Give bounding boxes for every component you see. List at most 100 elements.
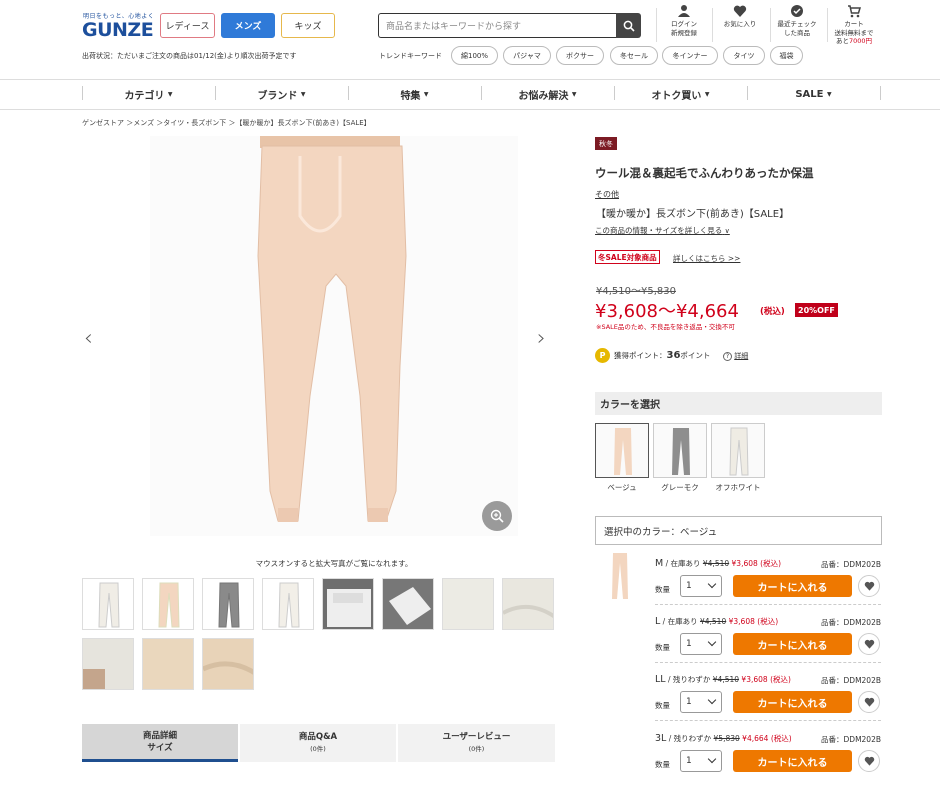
color-swatch-offwhite[interactable] [711,423,765,478]
mens-button[interactable]: メンズ [221,13,275,38]
chevron-down-icon [707,695,717,705]
thumbnail-image [327,589,371,627]
header-divider [827,8,828,42]
favorites-link[interactable]: お気に入り [716,4,764,29]
thumbnail-image [98,582,120,628]
sku-code: 品番：DDM202B [821,676,881,685]
trend-keyword[interactable]: 冬セール [610,46,658,65]
tab-qa[interactable]: 商品Q&A (0件) [240,724,396,762]
thumbnail-offwhite[interactable] [82,578,134,630]
sku-row: LL / 残りわずか ¥4,510 ¥3,608 (税込) 品番：DDM202B … [655,674,881,732]
favorite-button[interactable] [858,750,880,772]
nav-label: 特集 [400,91,421,102]
add-to-cart-button[interactable]: カートに入れる [733,691,852,713]
add-to-cart-button[interactable]: カートに入れる [733,633,852,655]
thumbnail-fleece-hand[interactable] [82,638,134,690]
return-note: ※SALE品のため、不良品を除き返品・交換不可 [596,323,735,331]
cart-note: 送料無料まで [834,28,874,37]
thumbnail-image [83,669,105,689]
sku-price: ¥3,608 [728,617,755,626]
brand-link[interactable]: その他 [595,189,619,200]
quantity-select[interactable]: 1 [680,750,722,772]
search-button[interactable] [616,13,641,38]
add-to-cart-button[interactable]: カートに入れる [733,750,852,772]
sku-code: 品番：DDM202B [821,618,881,627]
quantity-select[interactable]: 1 [680,575,722,597]
selected-color: 選択中のカラー：ベージュ [595,516,882,545]
nav-deals[interactable]: オトク買い ▼ [614,80,747,109]
qty-label: 数量 [655,643,670,652]
nav-sale[interactable]: SALE ▼ [747,80,880,109]
trend-keyword[interactable]: 冬インナー [662,46,718,65]
thumbnail-detail-waist[interactable] [322,578,374,630]
zoom-button[interactable] [482,501,512,531]
favorite-button[interactable] [858,633,880,655]
points-unit: ポイント [680,351,711,360]
trend-keyword[interactable]: 綿100% [451,46,498,65]
sku-tax: (税込) [770,675,791,684]
search-input[interactable]: 商品名またはキーワードから探す [378,13,617,38]
sku-row: 3L / 残りわずか ¥5,830 ¥4,664 (税込) 品番：DDM202B … [655,733,881,791]
color-swatch-gray[interactable] [653,423,707,478]
sale-price: ¥3,608〜¥4,664 [595,301,739,322]
trend-keyword[interactable]: タイツ [723,46,765,65]
nav-label: オトク買い [651,91,702,102]
favorite-button[interactable] [858,575,880,597]
gunze-logo[interactable]: GUNZE [82,19,154,41]
sale-details-link[interactable]: 詳しくはこちら >> [673,253,740,264]
login-link[interactable]: ログイン 新規登録 [660,4,708,37]
nav-feature[interactable]: 特集 ▼ [348,80,481,109]
thumbnail-fleece-fold[interactable] [202,638,254,690]
add-to-cart-button[interactable]: カートに入れる [733,575,852,597]
thumbnail-offwhite-2[interactable] [262,578,314,630]
check-circle-icon [791,5,803,17]
quantity-value: 1 [686,639,692,649]
more-info-link[interactable]: この商品の情報・サイズを詳しく見る ∨ [595,225,730,236]
thumbnail-detail-cuff[interactable] [382,578,434,630]
quantity-select[interactable]: 1 [680,691,722,713]
prev-image-arrow[interactable]: ‹ [84,326,93,351]
points-icon: P [595,348,610,363]
points-help-link[interactable]: ? 詳細 [723,351,748,361]
quantity-select[interactable]: 1 [680,633,722,655]
sku-old-price: ¥4,510 [702,559,730,568]
trend-keyword[interactable]: ボクサー [556,46,604,65]
recent-link[interactable]: 最近チェック した商品 [773,4,821,37]
tab-details[interactable]: 商品詳細 サイズ [82,724,238,762]
season-badge: 秋冬 [595,137,617,150]
nav-category[interactable]: カテゴリ ▼ [82,80,215,109]
question-circle-icon: ? [723,352,732,361]
next-image-arrow[interactable]: › [537,326,546,351]
breadcrumb[interactable]: ゲンゼストア ＞メンズ ＞タイツ・長ズボン下 ＞【暖か暖か】長ズボン下(前あき)… [82,118,371,128]
row-divider [655,662,881,663]
cart-link[interactable]: カート 送料無料まで あと7000円 [830,4,878,46]
shipping-notice: 出荷状況：ただいまご注文の商品は01/12(金)より順次出荷予定です [82,52,297,60]
favorite-button[interactable] [858,691,880,713]
points-value: 36 [666,350,681,361]
thumbnail-gray[interactable] [202,578,254,630]
tab-reviews[interactable]: ユーザーレビュー (0件) [398,724,555,762]
heart-icon [864,756,874,766]
chevron-down-icon: ∨ [724,227,730,235]
thumbnail-beige[interactable] [142,578,194,630]
trend-keyword[interactable]: パジャマ [503,46,551,65]
kids-button[interactable]: キッズ [281,13,335,38]
trend-keyword-label: トレンドキーワード [379,52,442,60]
nav-solutions[interactable]: お悩み解決 ▼ [481,80,614,109]
sku-price: ¥4,664 [742,734,769,743]
main-product-image[interactable] [150,136,518,536]
color-swatch-beige[interactable] [595,423,649,478]
thumbnail-fabric[interactable] [442,578,494,630]
nav-brand[interactable]: ブランド ▼ [215,80,348,109]
caret-down-icon: ▼ [827,91,832,98]
tax-label: (税込) [760,307,785,317]
trend-keyword[interactable]: 福袋 [770,46,803,65]
sku-size: L [655,616,661,627]
sku-code: 品番：DDM202B [821,735,881,744]
ladies-button[interactable]: レディース [160,13,215,38]
qty-label: 数量 [655,701,670,710]
thumbnail-fabric-fold[interactable] [502,578,554,630]
thumbnail-fleece-beige[interactable] [142,638,194,690]
sale-badge: 冬SALE対象商品 [595,250,660,264]
search-icon [623,20,635,32]
